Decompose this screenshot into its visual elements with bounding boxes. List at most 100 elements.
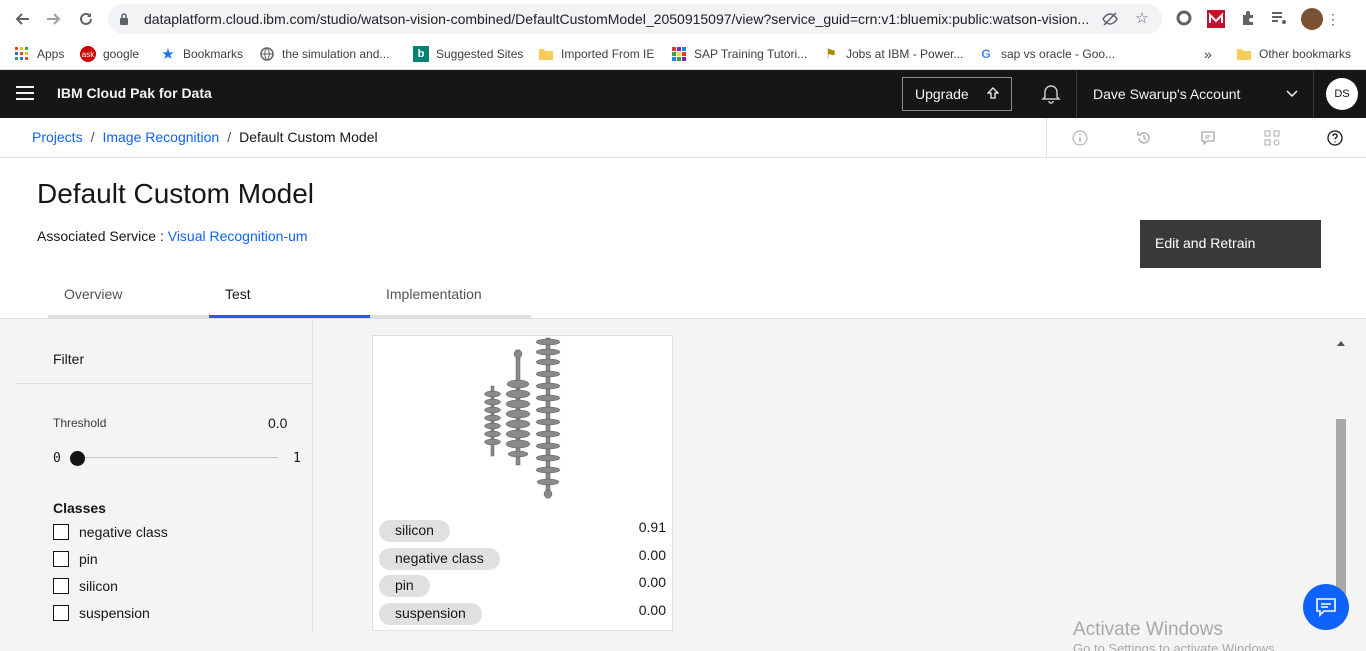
scroll-up-arrow-icon[interactable] <box>1337 341 1345 346</box>
breadcrumb-image-recognition[interactable]: Image Recognition <box>102 129 219 145</box>
activate-windows-watermark: Activate Windows <box>1073 619 1223 640</box>
threshold-label: Threshold <box>53 416 107 430</box>
other-bookmarks-label: Other bookmarks <box>1259 47 1352 61</box>
breadcrumb-bar: Projects / Image Recognition / Default C… <box>0 118 1366 158</box>
profile-avatar-icon[interactable] <box>1301 8 1323 30</box>
bing-icon: b <box>413 46 429 62</box>
hamburger-menu-icon[interactable] <box>16 86 34 102</box>
class-tag-suspension: suspension <box>379 603 482 625</box>
filter-sidebar: Filter Threshold 0.0 0 1 Classes negativ… <box>16 319 313 631</box>
notification-bell-icon[interactable] <box>1040 82 1064 106</box>
bookmark-suggested[interactable]: b Suggested Sites <box>413 43 523 65</box>
google-g-icon: G <box>981 47 991 61</box>
bookmark-google[interactable]: ask google <box>80 43 139 65</box>
bookmark-sap-oracle[interactable]: Gsap vs oracle - Goo... <box>978 43 1115 65</box>
star-bookmark-icon[interactable]: ☆ <box>1134 11 1150 27</box>
threshold-slider-track[interactable] <box>77 457 278 458</box>
address-bar[interactable]: dataplatform.cloud.ibm.com/studio/watson… <box>108 4 1162 34</box>
breadcrumb-current: Default Custom Model <box>239 129 378 145</box>
threshold-value: 0.0 <box>268 415 288 431</box>
extension-circle-icon[interactable] <box>1175 10 1193 28</box>
bookmark-simulation[interactable]: the simulation and... <box>259 43 389 65</box>
more-vertical-icon[interactable]: ⋮ <box>1324 10 1342 28</box>
google-favicon-icon: ask <box>80 46 96 62</box>
browser-toolbar: dataplatform.cloud.ibm.com/studio/watson… <box>0 0 1366 38</box>
more-bookmarks-chevron-icon[interactable]: » <box>1204 43 1212 65</box>
back-arrow-icon[interactable] <box>6 0 38 38</box>
jobs-favicon-icon: ⚑ <box>825 46 837 61</box>
score-pin: 0.00 <box>638 574 666 590</box>
activate-windows-subtext: Go to Settings to activate Windows. <box>1073 641 1279 651</box>
apps-grid-icon <box>14 46 30 62</box>
checkbox[interactable] <box>53 524 69 540</box>
globe-icon <box>259 46 275 62</box>
bookmark-label: sap vs oracle - Goo... <box>1001 47 1116 61</box>
upgrade-button[interactable]: Upgrade <box>902 77 1012 111</box>
class-filter-negative-class[interactable]: negative class <box>53 522 168 542</box>
bookmarks-bar: Apps ask google ★ Bookmarks the simulation… <box>0 38 1366 70</box>
tab-test[interactable]: Test <box>209 278 370 318</box>
class-label: silicon <box>79 578 118 594</box>
edit-and-retrain-button[interactable]: Edit and Retrain <box>1140 220 1321 268</box>
bookmark-label: google <box>103 47 140 61</box>
extensions-puzzle-icon[interactable] <box>1239 10 1257 28</box>
other-bookmarks[interactable]: Other bookmarks <box>1236 43 1351 65</box>
upgrade-arrow-icon <box>986 87 1000 104</box>
history-icon[interactable] <box>1136 130 1152 146</box>
avatar[interactable]: DS <box>1326 78 1358 110</box>
tab-overview[interactable]: Overview <box>48 278 209 318</box>
breadcrumb: Projects / Image Recognition / Default C… <box>32 129 378 145</box>
chat-support-button[interactable] <box>1303 584 1349 630</box>
bookmark-apps[interactable]: Apps <box>14 43 64 65</box>
comment-icon[interactable] <box>1200 130 1216 146</box>
forward-arrow-icon[interactable] <box>38 0 70 38</box>
score-silicon: 0.91 <box>638 519 666 535</box>
checkbox[interactable] <box>53 578 69 594</box>
bookmark-imported[interactable]: Imported From IE <box>538 43 654 65</box>
help-icon[interactable] <box>1327 130 1343 146</box>
app-header: IBM Cloud Pak for Data Upgrade Dave Swar… <box>0 70 1366 118</box>
bookmark-bookmarks[interactable]: ★ Bookmarks <box>160 43 243 65</box>
classes-title: Classes <box>53 500 106 516</box>
checkbox[interactable] <box>53 551 69 567</box>
bookmark-jobs-ibm[interactable]: ⚑ Jobs at IBM - Power... <box>823 43 963 65</box>
star-icon: ★ <box>161 46 175 63</box>
url-text: dataplatform.cloud.ibm.com/studio/watson… <box>144 11 1090 27</box>
filter-header: Filter <box>16 319 313 384</box>
bookmark-label: Apps <box>37 47 65 61</box>
extension-red-icon[interactable] <box>1207 10 1225 28</box>
reload-icon[interactable] <box>70 0 102 38</box>
eye-off-icon[interactable] <box>1102 11 1118 27</box>
bookmark-label: SAP Training Tutori... <box>694 47 808 61</box>
breadcrumb-projects[interactable]: Projects <box>32 129 83 145</box>
class-filter-suspension[interactable]: suspension <box>53 603 150 623</box>
data-lineage-icon[interactable] <box>1264 130 1280 146</box>
threshold-slider-handle[interactable] <box>70 451 85 466</box>
bookmark-label: Imported From IE <box>561 47 655 61</box>
breadcrumb-separator: / <box>90 129 95 145</box>
bookmark-label: Bookmarks <box>183 47 244 61</box>
app-brand[interactable]: IBM Cloud Pak for Data <box>57 85 212 101</box>
associated-service-label: Associated Service : <box>37 228 164 244</box>
associated-service-link[interactable]: Visual Recognition-um <box>168 228 308 244</box>
scrollbar-thumb[interactable] <box>1336 419 1346 599</box>
insulator-image <box>484 337 561 499</box>
slider-min-label: 0 <box>53 451 61 466</box>
account-name: Dave Swarup's Account <box>1093 86 1241 102</box>
account-switcher[interactable]: Dave Swarup's Account <box>1076 70 1314 118</box>
checkbox[interactable] <box>53 605 69 621</box>
upgrade-label: Upgrade <box>915 86 969 102</box>
page-tools <box>1046 118 1366 158</box>
test-result-card[interactable]: silicon 0.91 negative class 0.00 pin 0.0… <box>372 335 673 631</box>
bookmark-sap-training[interactable]: SAP Training Tutori... <box>671 43 807 65</box>
media-queue-icon[interactable] <box>1270 10 1288 28</box>
class-label: negative class <box>79 524 168 540</box>
score-suspension: 0.00 <box>638 602 666 618</box>
grid-favicon-icon <box>671 46 687 62</box>
class-filter-silicon[interactable]: silicon <box>53 576 118 596</box>
bookmark-label: Jobs at IBM - Power... <box>846 47 964 61</box>
info-icon[interactable] <box>1072 130 1088 146</box>
slider-max-label: 1 <box>293 451 301 466</box>
class-filter-pin[interactable]: pin <box>53 549 98 569</box>
tab-implementation[interactable]: Implementation <box>370 278 531 318</box>
